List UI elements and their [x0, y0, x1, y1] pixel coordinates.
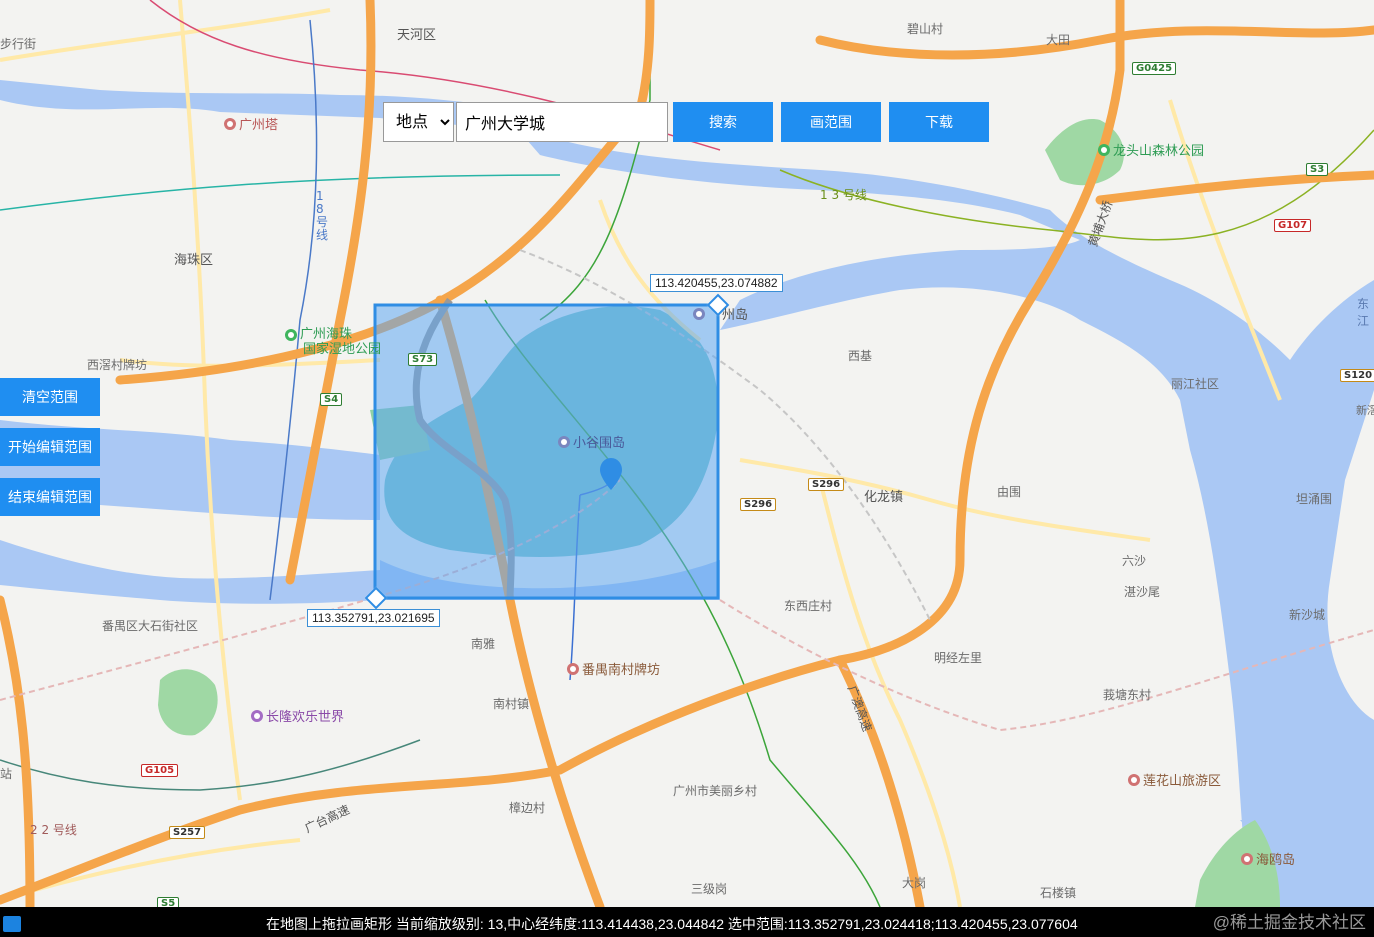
place-label: 海珠区 [174, 253, 214, 268]
poi-label: 小谷围岛 [573, 436, 626, 451]
poi-label: 龙头山森林公园 [1113, 144, 1205, 159]
place-label: 明经左里 [934, 651, 983, 665]
metro-line-label: 1 3 号线 [820, 188, 867, 202]
poi-label: 国家湿地公园 [303, 342, 382, 357]
status-bar: 在地图上拖拉画矩形 当前缩放级别: 13,中心经纬度:113.414438,23… [0, 907, 1374, 937]
landmark-icon [567, 662, 579, 675]
place-label: 化龙镇 [864, 490, 904, 505]
park-south [158, 669, 218, 736]
poi-nancun-gate[interactable]: 番禺南村牌坊 [567, 659, 660, 678]
road-shield: G105 [141, 764, 179, 777]
draw-range-button[interactable]: 画范围 [781, 102, 881, 142]
place-label: 步行街 [0, 37, 37, 51]
place-label: 南村镇 [493, 697, 530, 711]
road-shield: S257 [169, 826, 206, 839]
poi-label: 番禺南村牌坊 [582, 663, 661, 678]
poi-label: 广州塔 [239, 118, 279, 133]
place-label: 西基 [848, 349, 873, 363]
status-text: 在地图上拖拉画矩形 当前缩放级别: 13,中心经纬度:113.414438,23… [266, 916, 1078, 932]
poi-changlong[interactable]: 长隆欢乐世界 [251, 706, 344, 725]
place-label: 西滘村牌坊 [87, 358, 148, 372]
place-label: 湛沙尾 [1124, 585, 1161, 599]
clear-range-button[interactable]: 清空范围 [0, 378, 100, 416]
place-label: 由围 [997, 485, 1022, 499]
metro-line-label: 1 8 号 线 [316, 189, 329, 242]
poi-xiaoguwei[interactable]: 小谷围岛 [558, 432, 625, 451]
ne-coordinate-label: 113.420455,23.074882 [650, 274, 783, 292]
place-label: 大田 [1046, 33, 1071, 47]
place-label: 新沙城 [1289, 608, 1326, 622]
road-shield: G0425 [1132, 62, 1177, 75]
download-button[interactable]: 下载 [889, 102, 989, 142]
road-shield: S296 [740, 498, 777, 511]
road-shield: S5 [157, 897, 180, 907]
place-label: 莪塘东村 [1103, 688, 1152, 702]
poi-label: 莲花山旅游区 [1143, 774, 1222, 789]
selection-rectangle[interactable] [373, 303, 720, 600]
road-shield: G107 [1274, 219, 1312, 232]
place-label: 六沙 [1122, 554, 1147, 568]
poi-label: 长隆欢乐世界 [266, 710, 345, 725]
poi-lianhua[interactable]: 莲花山旅游区 [1128, 770, 1221, 789]
poi-label: 广州海珠 [300, 327, 353, 342]
place-label: 广州市美丽乡村 [673, 784, 758, 798]
landmark-icon [224, 117, 236, 130]
place-label: 碧山村 [907, 22, 944, 36]
place-label: 三级岗 [691, 882, 728, 896]
road-shield: S120 [1340, 369, 1374, 382]
landmark-icon [558, 435, 570, 448]
park-icon [1098, 143, 1110, 156]
landmark-icon [1128, 773, 1140, 786]
road-shield: S73 [408, 353, 438, 366]
search-input[interactable] [456, 102, 668, 142]
metro-line-label: 2 2 号线 [30, 823, 77, 837]
landmark-icon [1241, 852, 1253, 865]
place-label: 天河区 [397, 28, 437, 43]
map-logo-icon [3, 916, 21, 932]
park-icon [285, 328, 297, 341]
end-edit-range-button[interactable]: 结束编辑范围 [0, 478, 100, 516]
poi-canton-tower[interactable]: 广州塔 [224, 114, 278, 133]
poi-pazhou[interactable]: 州岛 [693, 304, 748, 323]
road-label: 东江 [1357, 297, 1370, 328]
place-label: 东西庄村 [784, 599, 833, 613]
sw-coordinate-label: 113.352791,23.021695 [307, 609, 440, 627]
road-shield: S296 [808, 478, 845, 491]
place-label: 站 [0, 767, 13, 781]
poi-haiou[interactable]: 海鸥岛 [1241, 849, 1295, 868]
place-label: 番禺区大石街社区 [102, 619, 199, 633]
search-type-select[interactable]: 地点 [383, 102, 454, 142]
place-label: 石楼镇 [1040, 886, 1077, 900]
place-label: 樟边村 [509, 801, 546, 815]
poi-longtou[interactable]: 龙头山森林公园 [1098, 140, 1204, 159]
watermark: @稀土掘金技术社区 [1212, 913, 1366, 932]
place-label: 坦涌围 [1296, 492, 1333, 506]
poi-label: 州岛 [722, 308, 749, 323]
place-label: 丽江社区 [1171, 377, 1220, 391]
search-button[interactable]: 搜索 [673, 102, 773, 142]
landmark-icon [693, 307, 705, 320]
start-edit-range-button[interactable]: 开始编辑范围 [0, 428, 100, 466]
place-label: 南雅 [471, 637, 496, 651]
place-label: 新滘 [1356, 404, 1374, 417]
road-shield: S3 [1306, 163, 1329, 176]
place-label: 大岗 [902, 876, 927, 890]
road-shield: S4 [320, 393, 343, 406]
amusement-icon [251, 709, 263, 722]
poi-wetland[interactable]: 广州海珠 国家湿地公园 [285, 327, 381, 357]
poi-label: 海鸥岛 [1256, 853, 1296, 868]
